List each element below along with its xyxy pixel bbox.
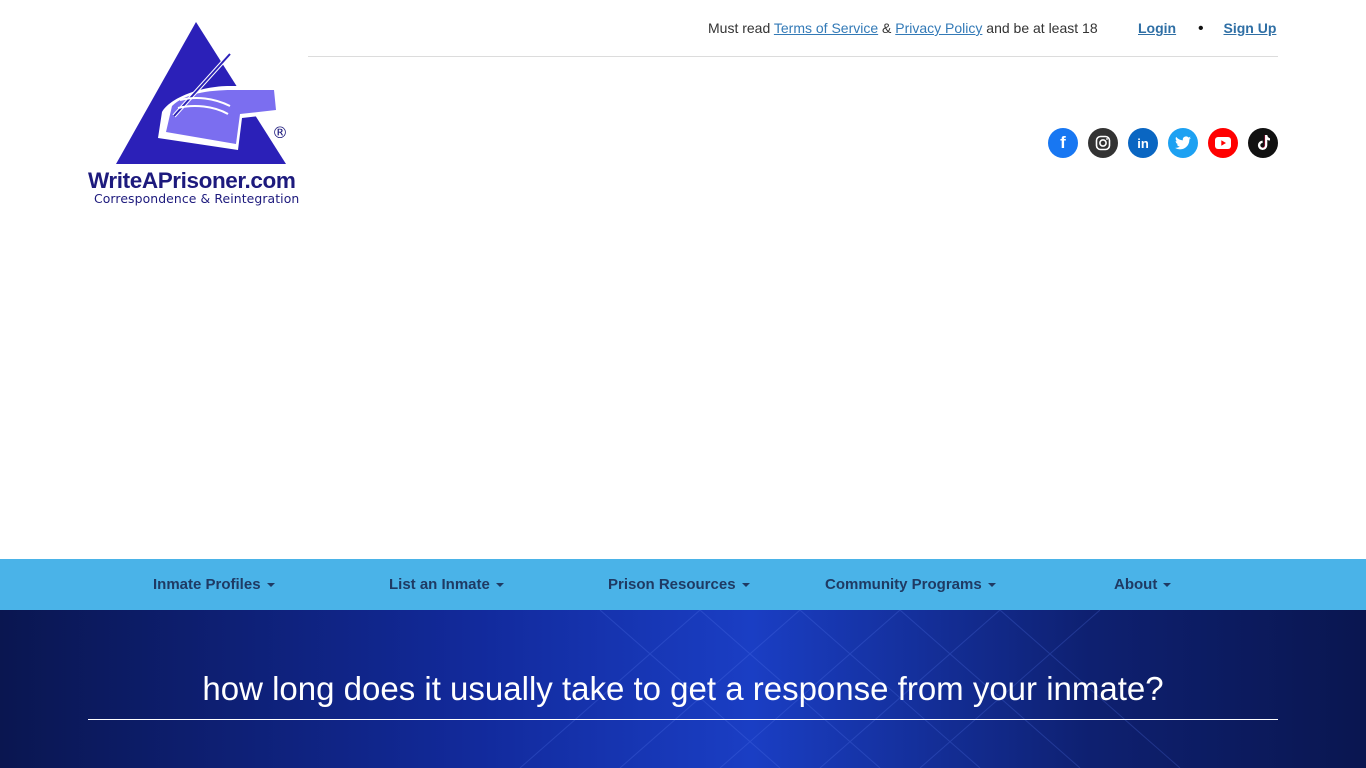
top-bar: Must read Terms of Service & Privacy Pol…	[308, 0, 1278, 57]
linkedin-glyph: in	[1137, 135, 1149, 151]
site-logo[interactable]: ® WriteAPrisoner.com Correspondence & Re…	[86, 20, 312, 210]
nav-label: Community Programs	[825, 576, 982, 593]
social-links: f in	[1048, 128, 1278, 158]
registered-mark: ®	[272, 123, 288, 142]
auth-links: Login • Sign Up	[1138, 20, 1276, 38]
page: ® WriteAPrisoner.com Correspondence & Re…	[0, 0, 1366, 768]
nav-label: Prison Resources	[608, 576, 736, 593]
caret-down-icon	[987, 583, 996, 588]
facebook-glyph: f	[1060, 133, 1066, 152]
terms-of-service-link[interactable]: Terms of Service	[774, 20, 878, 36]
privacy-policy-link[interactable]: Privacy Policy	[895, 20, 982, 36]
caret-down-icon	[741, 583, 750, 588]
nav-label: List an Inmate	[389, 576, 490, 593]
caret-down-icon	[266, 583, 275, 588]
title-divider	[88, 719, 1278, 720]
tiktok-icon[interactable]	[1248, 128, 1278, 158]
logo-subtitle: Correspondence & Reintegration	[94, 191, 300, 206]
instagram-glyph	[1095, 135, 1111, 151]
youtube-icon[interactable]	[1208, 128, 1238, 158]
tiktok-glyph	[1257, 135, 1270, 150]
separator-dot: •	[1198, 20, 1204, 37]
linkedin-icon[interactable]: in	[1128, 128, 1158, 158]
logo-triangle-icon	[116, 22, 286, 164]
terms-notice: Must read Terms of Service & Privacy Pol…	[708, 20, 1098, 36]
notice-suffix: and be at least 18	[986, 20, 1098, 36]
notice-amp: &	[882, 20, 892, 36]
notice-prefix: Must read	[708, 20, 771, 36]
caret-down-icon	[1163, 583, 1172, 588]
nav-about[interactable]: About	[1114, 576, 1172, 593]
nav-list-an-inmate[interactable]: List an Inmate	[389, 576, 504, 593]
facebook-icon[interactable]: f	[1048, 128, 1078, 158]
signup-link[interactable]: Sign Up	[1224, 20, 1277, 36]
caret-down-icon	[495, 583, 504, 588]
main-nav: Inmate Profiles List an Inmate Prison Re…	[0, 559, 1366, 610]
nav-inmate-profiles[interactable]: Inmate Profiles	[153, 576, 275, 593]
nav-label: About	[1114, 576, 1158, 593]
nav-community-programs[interactable]: Community Programs	[825, 576, 996, 593]
twitter-icon[interactable]	[1168, 128, 1198, 158]
nav-label: Inmate Profiles	[153, 576, 261, 593]
nav-prison-resources[interactable]: Prison Resources	[608, 576, 750, 593]
login-link[interactable]: Login	[1138, 20, 1176, 36]
hero-banner: how long does it usually take to get a r…	[0, 610, 1366, 768]
page-title: how long does it usually take to get a r…	[202, 670, 1164, 707]
instagram-icon[interactable]	[1088, 128, 1118, 158]
youtube-glyph	[1215, 137, 1231, 149]
twitter-glyph	[1175, 136, 1191, 150]
